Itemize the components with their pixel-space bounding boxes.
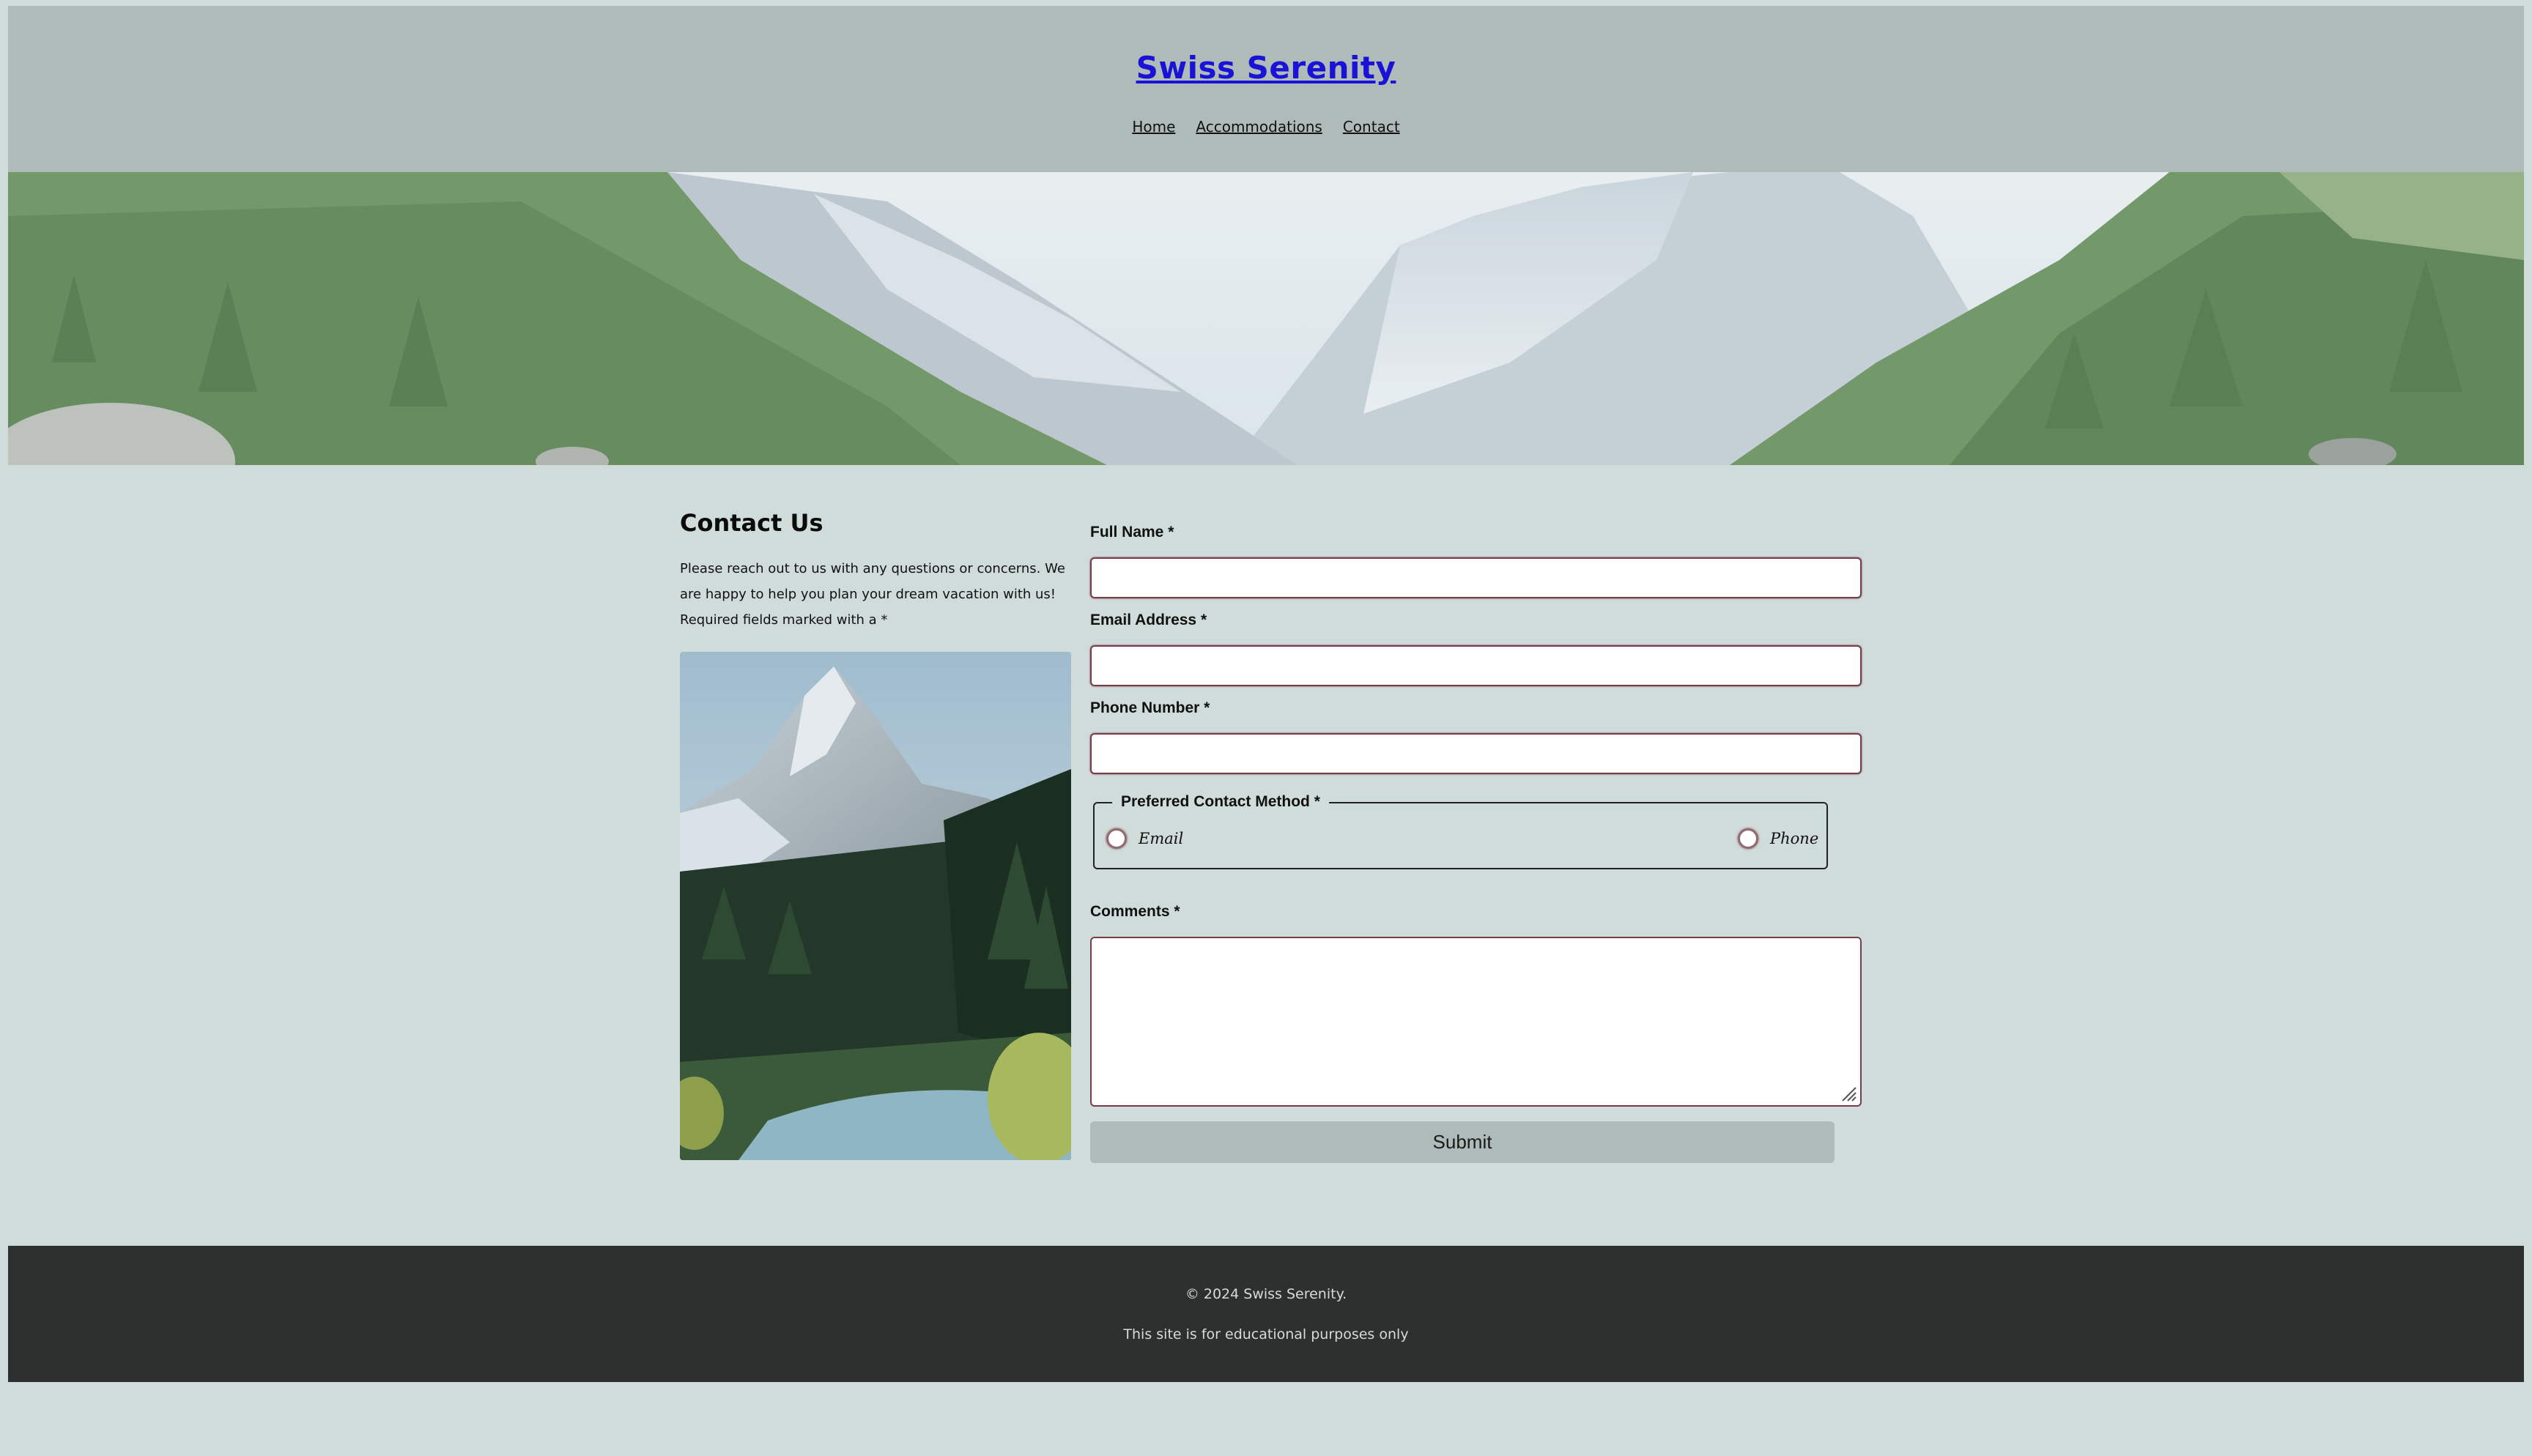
submit-button[interactable]: Submit <box>1090 1121 1835 1163</box>
nav-contact-link[interactable]: Contact <box>1343 118 1400 135</box>
hero-banner-image <box>8 172 2524 465</box>
comments-group: Comments * <box>1090 903 1863 1107</box>
comments-textarea[interactable] <box>1090 937 1862 1107</box>
resize-grip-icon[interactable] <box>1841 1086 1857 1102</box>
email-radio-label[interactable]: Email <box>1139 830 1183 847</box>
contact-method-phone-option[interactable]: Phone <box>1738 828 1818 849</box>
contact-intro-text: Please reach out to us with any question… <box>680 556 1073 633</box>
page-frame: Swiss Serenity Home Accommodations Conta… <box>8 6 2524 1382</box>
email-radio[interactable] <box>1106 828 1127 849</box>
intro-line: are happy to help you plan your dream va… <box>680 587 1056 602</box>
email-label: Email Address * <box>1090 612 1207 628</box>
intro-line: Required fields marked with a * <box>680 612 888 628</box>
nav-home-link[interactable]: Home <box>1132 118 1175 135</box>
full-name-field[interactable] <box>1090 557 1862 598</box>
main-nav: Home Accommodations Contact <box>8 118 2524 135</box>
full-name-label: Full Name * <box>1090 524 1174 541</box>
email-field[interactable] <box>1090 645 1862 686</box>
contact-form: Full Name * Email Address * Phone Number… <box>1090 524 1863 1163</box>
phone-radio[interactable] <box>1738 828 1758 849</box>
phone-label: Phone Number * <box>1090 699 1210 716</box>
contact-method-fieldset: Preferred Contact Method * Email Phone <box>1093 793 1828 869</box>
intro-line: Please reach out to us with any question… <box>680 561 1065 576</box>
mountain-river-photo <box>680 652 1071 1160</box>
full-name-group: Full Name * <box>1090 524 1863 598</box>
email-group: Email Address * <box>1090 612 1863 686</box>
phone-field[interactable] <box>1090 733 1862 774</box>
site-title-link[interactable]: Swiss Serenity <box>8 50 2524 86</box>
main-content: Contact Us Please reach out to us with a… <box>8 465 2524 1246</box>
contact-method-legend: Preferred Contact Method * <box>1112 793 1329 811</box>
nav-accommodations-link[interactable]: Accommodations <box>1196 118 1322 135</box>
phone-group: Phone Number * <box>1090 699 1863 774</box>
phone-radio-label[interactable]: Phone <box>1770 830 1818 847</box>
contact-heading: Contact Us <box>680 509 823 537</box>
comments-label: Comments * <box>1090 903 1180 920</box>
contact-intro-section: Contact Us Please reach out to us with a… <box>680 509 1073 1160</box>
contact-method-email-option[interactable]: Email <box>1106 828 1183 849</box>
footer-disclaimer: This site is for educational purposes on… <box>1123 1326 1409 1342</box>
site-header: Swiss Serenity Home Accommodations Conta… <box>8 6 2524 172</box>
footer-copyright: © 2024 Swiss Serenity. <box>1185 1286 1347 1302</box>
site-footer: © 2024 Swiss Serenity. This site is for … <box>8 1246 2524 1382</box>
